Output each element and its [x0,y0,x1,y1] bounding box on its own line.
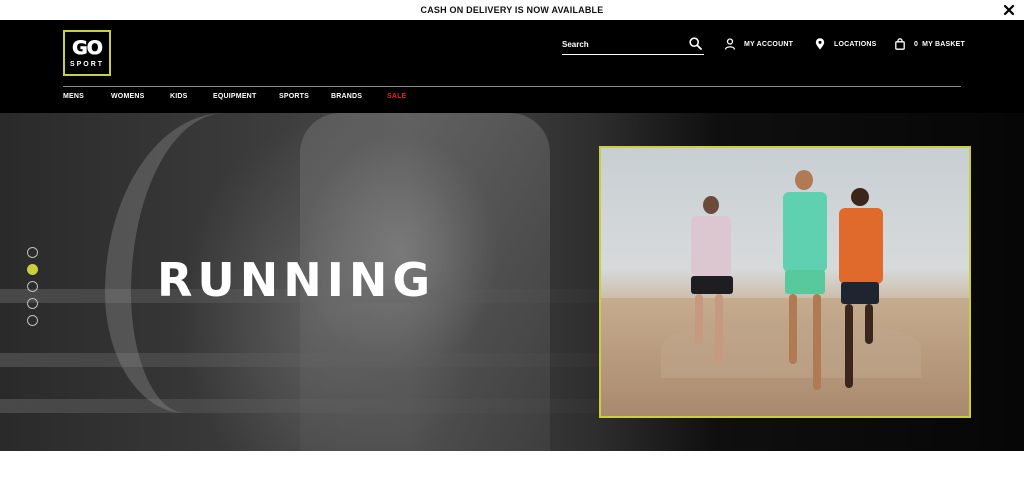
my-account-link[interactable]: MY ACCOUNT [724,37,793,51]
site-header: GO SPORT MY ACCOUNT LOCATIONS 0 MY BASKE… [0,20,1024,113]
slider-dot-2[interactable] [27,264,38,275]
search-bar[interactable] [562,35,704,55]
user-icon [724,38,736,50]
search-icon[interactable] [689,37,702,50]
announcement-bar: CASH ON DELIVERY IS NOW AVAILABLE [0,0,1024,20]
announcement-text: CASH ON DELIVERY IS NOW AVAILABLE [420,5,604,15]
locations-label: LOCATIONS [834,40,877,48]
my-account-label: MY ACCOUNT [744,40,794,48]
close-icon[interactable] [1002,3,1016,17]
logo-sport-text: SPORT [69,60,105,68]
hero-title: RUNNING [157,253,436,307]
my-basket-link[interactable]: 0 MY BASKET [894,37,965,51]
slider-dot-3[interactable] [27,281,38,292]
logo-go-text: GO [72,36,103,59]
main-nav: MENS WOMENS KIDS EQUIPMENT SPORTS BRANDS… [0,93,1024,107]
hero-banner[interactable]: RUNNING [0,113,1024,451]
basket-count: 0 [914,40,919,48]
nav-item-sale[interactable]: SALE [387,93,406,100]
shopping-bag-icon [894,38,906,50]
nav-item-kids[interactable]: KIDS [170,93,188,100]
go-sport-logo[interactable]: GO SPORT [63,30,111,76]
runners-photo[interactable] [599,146,971,418]
slider-dot-5[interactable] [27,315,38,326]
page-content-area [0,451,1024,492]
nav-item-mens[interactable]: MENS [63,93,84,100]
search-input[interactable] [562,40,682,49]
my-basket-label: MY BASKET [922,40,965,48]
nav-item-equipment[interactable]: EQUIPMENT [213,93,256,100]
slider-dot-4[interactable] [27,298,38,309]
nav-item-womens[interactable]: WOMENS [111,93,144,100]
map-pin-icon [814,38,826,50]
nav-item-sports[interactable]: SPORTS [279,93,309,100]
slider-dot-1[interactable] [27,247,38,258]
nav-item-brands[interactable]: BRANDS [331,93,362,100]
locations-link[interactable]: LOCATIONS [814,37,877,51]
header-divider [63,86,961,87]
slider-pagination [27,247,39,332]
